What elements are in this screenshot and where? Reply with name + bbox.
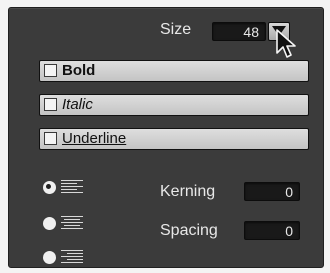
italic-label: Italic: [62, 96, 93, 113]
size-field[interactable]: 48: [212, 22, 266, 41]
align-center-icon[interactable]: [61, 216, 83, 229]
bold-label: Bold: [62, 62, 96, 79]
italic-button[interactable]: Italic: [39, 94, 309, 116]
align-right-icon[interactable]: [61, 250, 83, 263]
underline-label: Underline: [62, 130, 127, 147]
align-right-radio[interactable]: [43, 251, 56, 264]
kerning-label: Kerning: [160, 183, 216, 200]
spacing-label: Spacing: [160, 222, 218, 239]
italic-checkbox[interactable]: [44, 98, 57, 111]
spacing-field[interactable]: 0: [244, 221, 300, 240]
bold-checkbox[interactable]: [44, 64, 57, 77]
align-left-radio[interactable]: [43, 181, 56, 194]
size-label: Size: [160, 21, 192, 38]
bold-button[interactable]: Bold: [39, 60, 309, 82]
align-left-icon[interactable]: [61, 180, 83, 193]
align-center-radio[interactable]: [43, 217, 56, 230]
kerning-field[interactable]: 0: [244, 182, 300, 201]
underline-checkbox[interactable]: [44, 132, 57, 145]
mouse-pointer-icon: [276, 29, 296, 58]
underline-button[interactable]: Underline: [39, 128, 309, 150]
